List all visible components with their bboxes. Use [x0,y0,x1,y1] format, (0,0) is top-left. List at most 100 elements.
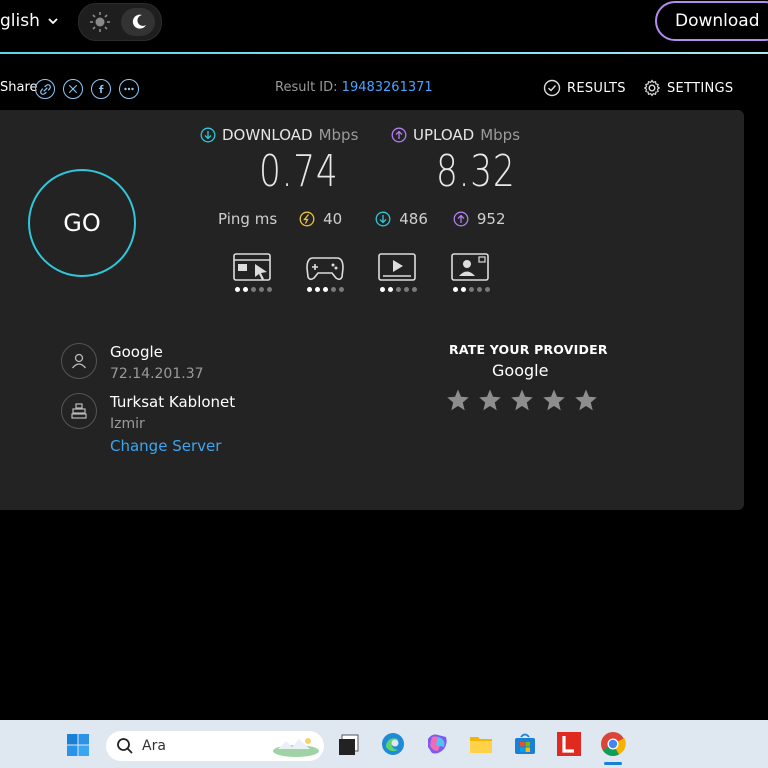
rate-provider-title: RATE YOUR PROVIDER [449,342,608,357]
download-unit: Mbps [318,126,359,144]
download-arrow-icon [200,127,216,143]
streaming-rating [380,287,417,292]
facebook-icon[interactable] [91,79,111,99]
chrome-browser-icon[interactable] [600,731,626,757]
user-icon [61,343,97,379]
more-options-icon[interactable] [119,79,139,99]
rating-dot [315,287,320,292]
search-icon [117,738,133,754]
ping-upload: 952 [453,210,506,228]
isp-name: Google [110,343,163,361]
search-placeholder: Ara [142,738,166,754]
rating-dot [388,287,393,292]
rating-dot [323,287,328,292]
rating-dot [453,287,458,292]
ping-label: Ping ms [218,210,277,228]
check-circle-icon [543,79,561,97]
theme-toggle[interactable] [78,3,162,41]
moon-icon [132,14,146,29]
ping-download-value: 486 [399,210,428,228]
dark-mode-option[interactable] [121,8,155,36]
rating-dot [235,287,240,292]
rating-dot [461,287,466,292]
star-icon[interactable] [574,388,598,412]
ping-row: Ping ms 40 486 952 [218,210,506,228]
ping-idle-value: 40 [323,210,343,228]
server-city: Izmir [110,416,145,432]
results-link[interactable]: RESULTS [543,79,626,97]
ip-address: 72.14.201.37 [110,366,204,382]
rating-dot [380,287,385,292]
result-id: Result ID: 19483261371 [275,80,433,95]
web-browsing-icon[interactable] [233,253,273,283]
star-icon[interactable] [446,388,470,412]
copy-link-icon[interactable] [35,79,55,99]
rating-dot [396,287,401,292]
result-id-link[interactable]: 19483261371 [342,80,433,95]
rating-dot [485,287,490,292]
windows-start-icon[interactable] [66,733,90,757]
copilot-icon[interactable] [424,731,450,757]
upload-unit: Mbps [480,126,521,144]
change-server-link[interactable]: Change Server [110,437,221,455]
upload-latency-icon [453,211,469,227]
gear-icon [643,79,661,97]
video-call-rating [453,287,490,292]
rating-dot [259,287,264,292]
upload-speed-value: 8.32 [436,146,516,197]
gaming-icon[interactable] [305,253,345,283]
rating-stars [446,388,598,412]
share-label: Share [0,80,38,95]
download-app-button[interactable]: Download [655,1,768,41]
rating-dot [404,287,409,292]
x-twitter-icon[interactable] [63,79,83,99]
edge-browser-icon[interactable] [380,731,406,757]
result-id-label: Result ID: [275,80,338,95]
server-host-name: Turksat Kablonet [110,393,236,411]
top-divider [0,52,768,54]
rating-dot [307,287,312,292]
download-speed-value: 0.74 [259,146,339,197]
search-highlight-icon [273,738,319,757]
ping-idle: 40 [299,210,342,228]
active-app-indicator [604,762,622,765]
download-header: DOWNLOAD Mbps [200,126,358,144]
microsoft-store-icon[interactable] [512,731,538,757]
sun-icon[interactable] [89,11,111,33]
video-call-icon[interactable] [451,253,491,283]
rating-dot [412,287,417,292]
upload-arrow-icon [391,127,407,143]
rating-dot [243,287,248,292]
language-selector[interactable]: glish [0,8,58,34]
rating-dot [331,287,336,292]
ping-upload-value: 952 [476,210,506,228]
rating-dot [251,287,256,292]
star-icon[interactable] [478,388,502,412]
taskbar-search[interactable]: Ara [106,731,324,761]
server-icon [61,393,97,429]
language-label: glish [0,11,40,31]
settings-label: SETTINGS [667,80,734,96]
go-button[interactable]: GO [28,169,136,277]
browsing-rating [235,287,272,292]
download-latency-icon [375,211,391,227]
star-icon[interactable] [542,388,566,412]
idle-latency-icon [299,211,315,227]
file-explorer-icon[interactable] [468,731,494,757]
video-streaming-icon[interactable] [378,253,418,283]
download-label: DOWNLOAD [222,126,313,144]
gaming-rating [307,287,344,292]
l-app-icon[interactable] [556,731,582,757]
task-view-icon[interactable] [336,731,362,757]
rating-dot [267,287,272,292]
rating-dot [477,287,482,292]
rating-dot [339,287,344,292]
settings-link[interactable]: SETTINGS [643,79,733,97]
upload-header: UPLOAD Mbps [391,126,520,144]
chevron-down-icon [48,18,58,25]
rating-dot [469,287,474,292]
ping-download: 486 [375,210,428,228]
star-icon[interactable] [510,388,534,412]
results-label: RESULTS [567,80,626,96]
rate-provider-name: Google [492,361,549,380]
